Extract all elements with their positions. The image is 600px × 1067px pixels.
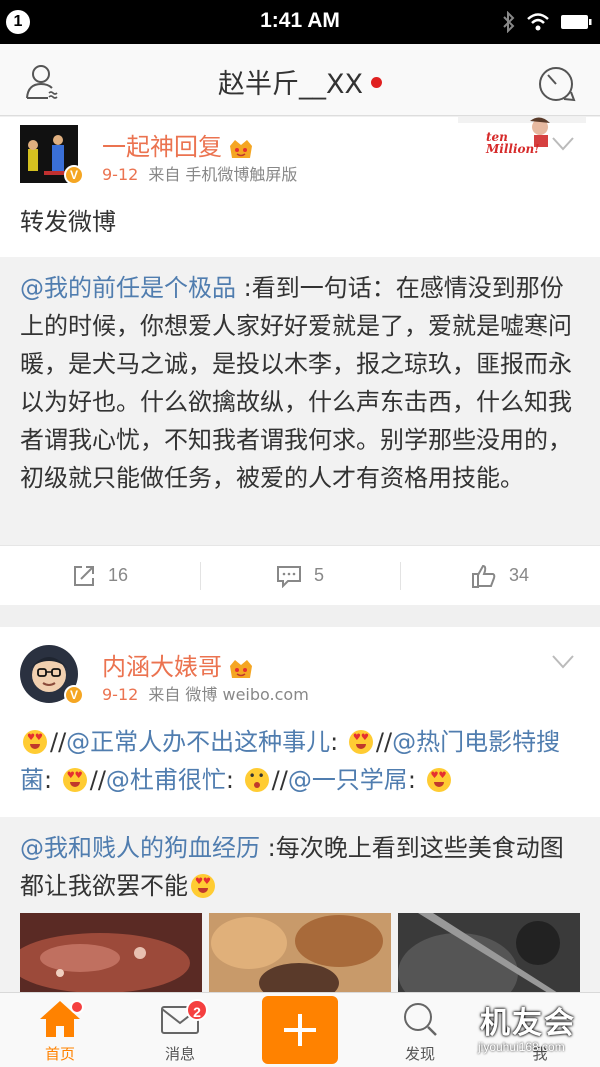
- sticker-text: ten Million!: [486, 130, 540, 156]
- author-name-text: 一起神回复: [102, 133, 222, 161]
- tab-home-label: 首页: [44, 1045, 75, 1063]
- tab-discover-label: 发现: [404, 1045, 435, 1063]
- unread-badge: 2: [186, 999, 208, 1021]
- comment-count: 5: [313, 565, 324, 585]
- watermark-url: jiyouhui168.com: [478, 1040, 565, 1054]
- chevron-down-icon[interactable]: [552, 655, 574, 669]
- compose-button[interactable]: [262, 996, 338, 1064]
- thumbs-up-icon: [471, 564, 496, 588]
- post-date: 9-12: [102, 165, 139, 184]
- new-indicator-dot: [371, 77, 382, 88]
- radar-icon[interactable]: [536, 62, 578, 104]
- like-button[interactable]: 34: [400, 546, 600, 605]
- post-meta: 9-12 来自 手机微博触屏版: [102, 161, 297, 185]
- love-eyes-emoji-icon: [23, 730, 47, 754]
- tab-messages-label: 消息: [164, 1045, 195, 1063]
- page-title-text: 赵半斤__XX: [218, 69, 363, 100]
- love-eyes-emoji-icon: [348, 730, 373, 754]
- retweet-text: @我的前任是个极品 :看到一句话：在感情没到那份上的时候，你想爱人家好好爱就是了…: [20, 269, 580, 497]
- mention-link[interactable]: @我和贱人的狗血经历: [20, 834, 260, 862]
- bluetooth-icon: [503, 11, 515, 33]
- battery-icon: [561, 15, 592, 29]
- post-text: 转发微博: [20, 208, 116, 236]
- comment-icon: [276, 565, 301, 588]
- chevron-down-icon[interactable]: [552, 137, 574, 151]
- card-separator: [0, 605, 600, 627]
- mention-link[interactable]: @一只学屌: [288, 766, 408, 794]
- repost-icon: [73, 565, 94, 586]
- verified-badge: V: [64, 165, 84, 185]
- tab-home[interactable]: 首页: [0, 993, 120, 1067]
- author-name[interactable]: 一起神回复: [102, 127, 254, 162]
- vip-crown-icon: [230, 660, 252, 678]
- vip-crown-icon: [230, 140, 252, 158]
- new-indicator-dot: [70, 1000, 84, 1014]
- post-source: 来自 手机微博触屏版: [148, 165, 298, 184]
- post-image-thumbnail[interactable]: [20, 913, 202, 992]
- mention-link[interactable]: @我的前任是个极品: [20, 274, 236, 302]
- post-image-thumbnail[interactable]: [209, 913, 391, 992]
- nav-bar: 赵半斤__XX: [0, 44, 600, 116]
- post-meta: 9-12 来自 微博 weibo.com: [102, 681, 309, 705]
- wifi-icon: [527, 13, 549, 31]
- drooling-emoji-icon: [244, 768, 269, 792]
- mention-link[interactable]: @正常人办不出这种事儿: [66, 728, 330, 756]
- post-date: 9-12: [102, 685, 139, 704]
- post-card[interactable]: V 一起神回复 9-12 来自 手机微博触屏版 ten Million! 转发微博…: [0, 117, 600, 605]
- author-name[interactable]: 内涵大婊哥: [102, 647, 254, 682]
- status-icons: [502, 10, 592, 34]
- search-icon: [404, 1003, 437, 1036]
- author-name-text: 内涵大婊哥: [102, 653, 222, 681]
- post-text: //@正常人办不出这种事儿: //@热门电影特搜菌: //@杜甫很忙: //@一…: [20, 723, 580, 799]
- watermark: 机友会 jiyouhui168.com: [470, 998, 600, 1062]
- like-count: 34: [508, 565, 530, 585]
- retweet-quote[interactable]: @我的前任是个极品 :看到一句话：在感情没到那份上的时候，你想爱人家好好爱就是了…: [0, 257, 600, 545]
- page-title[interactable]: 赵半斤__XX: [0, 62, 600, 101]
- post-source: 来自 微博 weibo.com: [148, 685, 309, 704]
- feed[interactable]: V 一起神回复 9-12 来自 手机微博触屏版 ten Million! 转发微博…: [0, 117, 600, 992]
- post-actions: 16 5 34: [0, 545, 600, 605]
- post-image-thumbnail[interactable]: [398, 913, 580, 992]
- retweet-text: @我和贱人的狗血经历 :每次晚上看到这些美食动图都让我欲罢不能: [20, 829, 580, 905]
- comment-button[interactable]: 5: [200, 546, 400, 605]
- repost-count: 16: [107, 565, 129, 585]
- tab-discover[interactable]: 发现: [360, 993, 480, 1067]
- tab-messages[interactable]: 2 消息: [120, 993, 240, 1067]
- love-eyes-emoji-icon: [191, 874, 215, 898]
- love-eyes-emoji-icon: [62, 768, 87, 792]
- mention-link[interactable]: @杜甫很忙: [106, 766, 226, 794]
- watermark-name: 机友会: [480, 1006, 576, 1041]
- verified-badge: V: [64, 685, 84, 705]
- status-bar: 1 1:41 AM: [0, 0, 600, 44]
- repost-button[interactable]: 16: [0, 546, 200, 605]
- love-eyes-emoji-icon: [426, 768, 451, 792]
- retweet-body: :看到一句话：在感情没到那份上的时候，你想爱人家好好爱就是了，爱就是嘘寒问暖，是…: [20, 274, 572, 492]
